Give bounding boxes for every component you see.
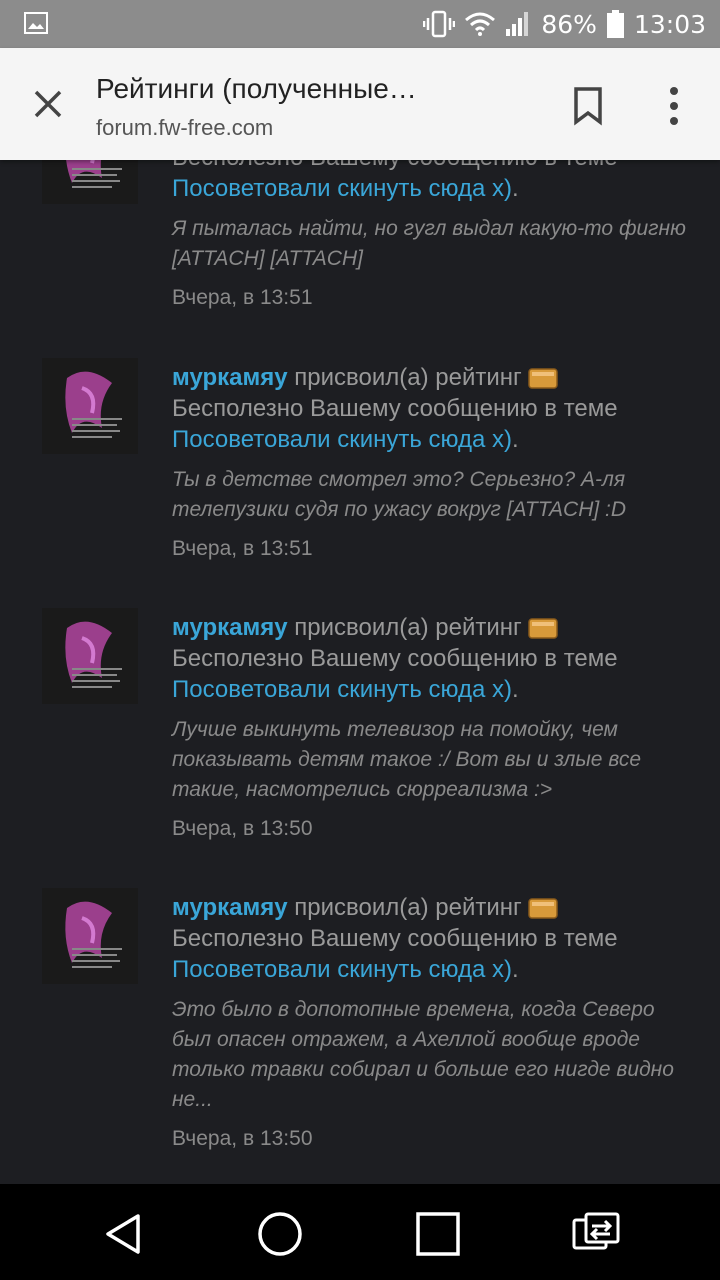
- thread-line: Посоветовали скинуть сюда х).: [172, 173, 692, 204]
- status-bar: 86% 13:03: [0, 0, 720, 48]
- clock: 13:03: [633, 9, 706, 39]
- username-link[interactable]: муркамяу: [172, 614, 288, 641]
- timestamp: Вчера, в 13:50: [172, 1127, 313, 1150]
- title-block: Рейтинги (полученные… forum.fw-free.com: [96, 70, 536, 144]
- vibrate-icon: [423, 10, 456, 38]
- rating-text: Бесполезно Вашему сообщению в теме: [172, 925, 618, 952]
- rating-text: Бесполезно Вашему сообщению в теме: [172, 395, 618, 422]
- battery-icon: [606, 10, 624, 38]
- thread-line: Посоветовали скинуть сюда х).: [172, 674, 692, 705]
- avatar[interactable]: [42, 358, 138, 454]
- avatar[interactable]: [42, 608, 138, 704]
- rating-text: Бесполезно Вашему сообщению в теме: [172, 160, 692, 173]
- period: .: [512, 426, 519, 453]
- signal-icon: [506, 12, 529, 36]
- close-icon[interactable]: [28, 84, 68, 124]
- item-text: муркамяу присвоил(а) рейтинг Бесполезно …: [172, 892, 692, 1151]
- rating-icon: [528, 618, 558, 639]
- action-text: присвоил(а) рейтинг: [287, 894, 522, 921]
- thread-link[interactable]: Посоветовали скинуть сюда х): [172, 676, 512, 703]
- more-vert-icon[interactable]: [660, 84, 688, 128]
- period: .: [512, 175, 519, 202]
- period: .: [512, 676, 519, 703]
- battery-percent: 86%: [541, 9, 597, 39]
- home-icon[interactable]: [256, 1210, 304, 1258]
- ratings-list: Бесполезно Вашему сообщению в теме Посов…: [0, 160, 720, 1184]
- username-link[interactable]: муркамяу: [172, 364, 288, 391]
- rating-icon: [528, 368, 558, 389]
- bookmark-icon[interactable]: [572, 86, 604, 126]
- action-text: присвоил(а) рейтинг: [287, 614, 522, 641]
- wifi-icon: [465, 12, 496, 36]
- system-nav-bar: [0, 1184, 720, 1280]
- thread-link[interactable]: Посоветовали скинуть сюда х): [172, 175, 512, 202]
- rating-header: муркамяу присвоил(а) рейтинг: [172, 362, 692, 393]
- status-icons: 86% 13:03: [423, 0, 706, 48]
- image-icon: [24, 12, 48, 34]
- browser-toolbar: Рейтинги (полученные… forum.fw-free.com: [0, 48, 720, 160]
- back-icon[interactable]: [100, 1210, 148, 1258]
- username-link[interactable]: муркамяу: [172, 894, 288, 921]
- excerpt: Лучше выкинуть телевизор на помойку, чем…: [172, 718, 642, 801]
- item-text: Бесполезно Вашему сообщению в теме Посов…: [172, 160, 692, 310]
- page-url: forum.fw-free.com: [96, 115, 274, 140]
- item-text: муркамяу присвоил(а) рейтинг Бесполезно …: [172, 362, 692, 561]
- item-text: муркамяу присвоил(а) рейтинг Бесполезно …: [172, 612, 692, 841]
- avatar[interactable]: [42, 160, 138, 204]
- rating-header: муркамяу присвоил(а) рейтинг: [172, 612, 692, 643]
- rating-text: Бесполезно Вашему сообщению в теме: [172, 645, 618, 672]
- rating-icon: [528, 898, 558, 919]
- thread-link[interactable]: Посоветовали скинуть сюда х): [172, 426, 512, 453]
- thread-line: Посоветовали скинуть сюда х).: [172, 954, 692, 985]
- timestamp: Вчера, в 13:50: [172, 817, 313, 840]
- switch-app-icon[interactable]: [572, 1210, 620, 1258]
- avatar[interactable]: [42, 888, 138, 984]
- excerpt: Это было в допотопные времена, когда Сев…: [172, 998, 674, 1111]
- action-text: присвоил(а) рейтинг: [287, 364, 522, 391]
- period: .: [512, 956, 519, 983]
- timestamp: Вчера, в 13:51: [172, 537, 313, 560]
- page-title: Рейтинги (полученные…: [96, 73, 417, 104]
- rating-header: муркамяу присвоил(а) рейтинг: [172, 892, 692, 923]
- thread-line: Посоветовали скинуть сюда х).: [172, 424, 692, 455]
- timestamp: Вчера, в 13:51: [172, 286, 313, 309]
- excerpt: Я пыталась найти, но гугл выдал какую-то…: [172, 217, 686, 270]
- thread-link[interactable]: Посоветовали скинуть сюда х): [172, 956, 512, 983]
- excerpt: Ты в детстве смотрел это? Серьезно? А-ля…: [172, 468, 627, 521]
- recents-icon[interactable]: [414, 1210, 462, 1258]
